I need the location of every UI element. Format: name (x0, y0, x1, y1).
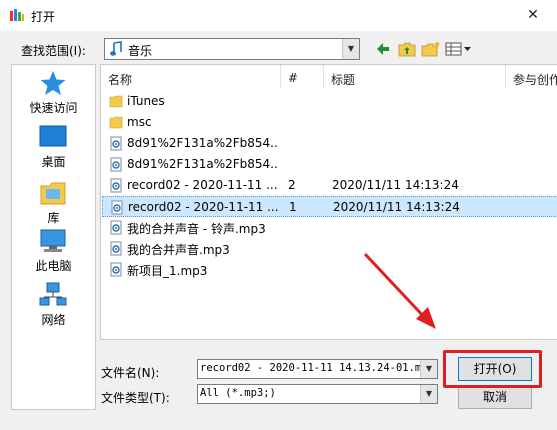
place-desktop[interactable]: 桌面 (12, 121, 95, 179)
file-row[interactable]: msc (102, 112, 557, 133)
audio-file-icon (110, 157, 122, 172)
place-quick-access[interactable]: 快速访问 (12, 67, 95, 125)
column-divider[interactable] (280, 65, 281, 88)
chevron-down-icon[interactable]: ▼ (342, 39, 359, 59)
star-icon (40, 71, 66, 95)
desktop-icon (39, 125, 67, 147)
column-header-number[interactable]: # (282, 65, 322, 88)
music-note-icon (110, 41, 122, 56)
file-row[interactable]: 8d91%2F131a%2Fb854... (102, 133, 557, 154)
up-folder-icon[interactable] (398, 40, 416, 58)
column-divider[interactable] (323, 65, 324, 88)
title-bar: 打开 ✕ (0, 0, 557, 31)
computer-icon (40, 229, 66, 252)
lookin-label: 查找范围(I): (21, 44, 86, 58)
audio-file-icon (110, 241, 122, 256)
file-row[interactable]: iTunes (102, 91, 557, 112)
chevron-down-icon[interactable]: ▼ (420, 385, 437, 403)
column-header-artist[interactable]: 参与创作 (507, 65, 557, 88)
place-label: 桌面 (41, 155, 66, 169)
file-row[interactable]: record02 - 2020-11-11 ... 2 2020/11/11 1… (102, 175, 557, 196)
close-button[interactable]: ✕ (516, 2, 550, 28)
library-icon (40, 182, 66, 205)
filename-input[interactable]: record02 - 2020-11-11 14.13.24-01.mp3 ▼ (197, 359, 438, 379)
cancel-button[interactable]: 取消 (458, 385, 532, 409)
place-label: 快速访问 (29, 101, 78, 115)
highlight-box (443, 350, 542, 388)
back-arrow-icon[interactable] (375, 40, 391, 58)
lookin-value: 音乐 (128, 44, 153, 58)
view-menu-icon[interactable] (445, 40, 473, 58)
column-header-title[interactable]: 标题 (325, 65, 505, 88)
network-icon (39, 282, 67, 306)
filetype-select[interactable]: All (*.mp3;) ▼ (197, 384, 438, 404)
filetype-label: 文件类型(T): (101, 391, 170, 405)
audio-file-icon (110, 220, 122, 235)
sort-caret-icon: ^ (188, 64, 196, 72)
filename-label: 文件名(N): (101, 366, 160, 380)
folder-icon (109, 116, 123, 129)
file-row[interactable]: 8d91%2F131a%2Fb854... (102, 154, 557, 175)
file-row[interactable]: 新项目_1.mp3 (102, 259, 557, 280)
lookin-combo[interactable]: 音乐 ▼ (104, 38, 360, 60)
places-bar: 快速访问 桌面 库 此电脑 网络 (11, 64, 96, 410)
column-header-name[interactable]: 名称 ^ (106, 65, 280, 88)
close-icon: ✕ (527, 7, 539, 23)
audio-file-icon (110, 178, 122, 193)
chevron-down-icon[interactable]: ▼ (420, 360, 437, 378)
audio-file-icon (110, 136, 122, 151)
file-row[interactable]: 我的合并声音.mp3 (102, 238, 557, 259)
place-network[interactable]: 网络 (12, 279, 95, 337)
column-divider[interactable] (505, 65, 506, 88)
place-label: 库 (47, 211, 60, 225)
file-row-selected[interactable]: record02 - 2020-11-11 ... 1 2020/11/11 1… (102, 196, 557, 217)
place-this-pc[interactable]: 此电脑 (12, 225, 95, 283)
app-icon (10, 9, 24, 21)
audio-file-icon (110, 262, 122, 277)
window-title: 打开 (31, 10, 56, 24)
folder-icon (109, 95, 123, 108)
place-label: 网络 (41, 313, 66, 327)
file-row[interactable]: 我的合并声音 - 铃声.mp3 (102, 217, 557, 238)
new-folder-icon[interactable] (421, 40, 441, 58)
audio-file-icon (111, 200, 123, 215)
place-label: 此电脑 (35, 259, 72, 273)
file-list[interactable]: 名称 ^ # 标题 参与创作 iTunes msc 8d91%2F131a%2F… (100, 64, 557, 340)
